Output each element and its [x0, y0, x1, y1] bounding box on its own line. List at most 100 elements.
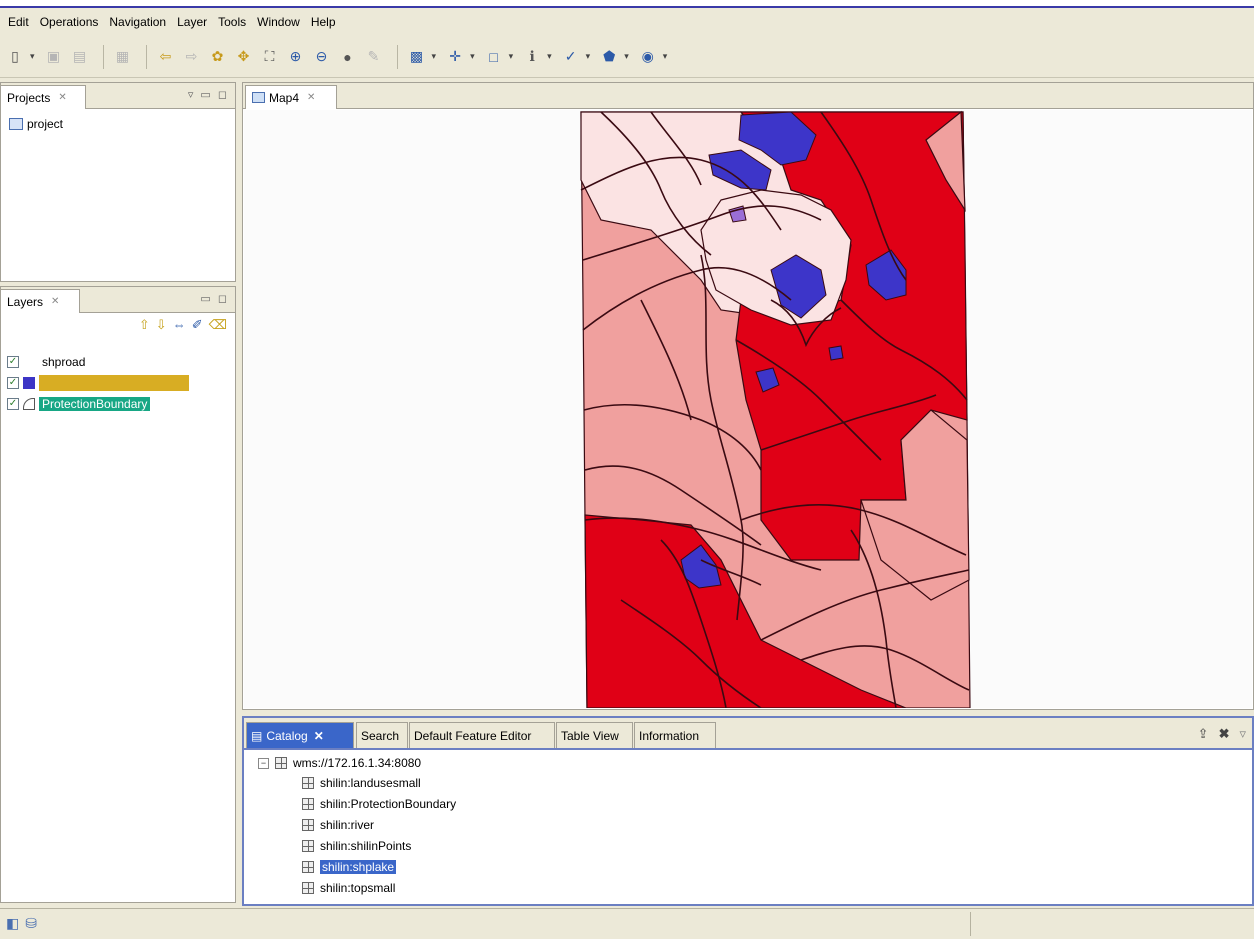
line-tool-dropdown-icon[interactable]: ▾	[586, 51, 591, 62]
layer-checkbox[interactable]: ✓	[7, 398, 19, 410]
tab-information-label: Information	[639, 728, 700, 743]
menu-edit[interactable]: Edit	[8, 15, 29, 29]
tab-default-feature-editor[interactable]: Default Feature Editor	[409, 722, 555, 748]
info-dropdown-icon[interactable]: ▾	[547, 51, 552, 62]
remove-icon[interactable]: ✖	[1219, 726, 1230, 742]
status-bar: ◧ ⛁	[0, 908, 1254, 939]
menu-navigation[interactable]: Navigation	[109, 15, 166, 29]
layer-label: shproad	[42, 355, 86, 369]
close-icon[interactable]: ✕	[307, 92, 315, 103]
move-dropdown-icon[interactable]: ▾	[470, 51, 475, 62]
forward-arrow-icon[interactable]: ⇨	[181, 46, 203, 68]
catalog-item-label: shilin:topsmall	[320, 881, 396, 895]
tab-layers[interactable]: Layers ✕	[0, 289, 80, 313]
zoom-out-icon[interactable]: ⊖	[311, 46, 333, 68]
layer-checkbox[interactable]: ✓	[7, 377, 19, 389]
info-icon[interactable]: ℹ	[521, 46, 543, 68]
catalog-item[interactable]: shilin:topsmall	[302, 879, 395, 897]
catalog-item-label: shilin:shplake	[320, 860, 397, 874]
select-box-icon[interactable]: □	[483, 46, 505, 68]
catalog-item-selected[interactable]: shilin:shplake	[302, 858, 397, 876]
close-icon[interactable]: ✕	[58, 92, 66, 103]
map-icon	[252, 92, 265, 103]
layer-tool-dropdown-icon[interactable]: ▾	[663, 51, 668, 62]
close-icon[interactable]: ✕	[51, 296, 59, 307]
layers-panel: Layers ✕ ▭ ◻ ⇧ ⇩ ⇔ ✐ ⌫ ✓ shproad ✓ ✓ Pro…	[0, 286, 236, 903]
layer-tool-icon[interactable]: ◉	[637, 46, 659, 68]
polygon-tool-dropdown-icon[interactable]: ▾	[624, 51, 629, 62]
tab-search[interactable]: Search	[356, 722, 408, 748]
remove-layer-icon[interactable]: ⌫	[209, 317, 227, 333]
pan-icon[interactable]: ✥	[233, 46, 255, 68]
tab-catalog-label: Catalog	[266, 728, 308, 743]
select-dropdown-icon[interactable]: ▾	[509, 51, 514, 62]
catalog-item[interactable]: shilin:shilinPoints	[302, 837, 411, 855]
zoom-extent-icon[interactable]: ⛶	[259, 46, 281, 68]
map-rendering[interactable]	[244, 110, 1252, 708]
menu-operations[interactable]: Operations	[40, 15, 99, 29]
boundary-symbol-icon	[23, 398, 35, 410]
save-icon[interactable]: ▣	[43, 46, 65, 68]
minimize-icon[interactable]: ▿	[1239, 726, 1246, 742]
tab-projects[interactable]: Projects ✕	[0, 85, 86, 109]
catalog-item[interactable]: shilin:ProtectionBoundary	[302, 795, 456, 813]
tab-map4[interactable]: Map4 ✕	[245, 85, 337, 109]
layer-grid-icon	[302, 819, 314, 831]
link-layers-icon[interactable]: ⇔	[173, 317, 186, 333]
menu-bar: Edit Operations Navigation Layer Tools W…	[0, 10, 1254, 34]
tab-map4-label: Map4	[269, 90, 300, 105]
catalog-panel: ▤ Catalog ✕ Search Default Feature Edito…	[242, 716, 1254, 906]
menu-tools[interactable]: Tools	[218, 15, 246, 29]
menu-help[interactable]: Help	[311, 15, 336, 29]
tab-catalog[interactable]: ▤ Catalog ✕	[246, 722, 354, 748]
stop-icon[interactable]: ●	[337, 46, 359, 68]
catalog-item-label: shilin:landusesmall	[320, 776, 421, 790]
tab-table-view[interactable]: Table View	[556, 722, 633, 748]
panel-controls[interactable]: ▿ ▭ ◻	[188, 88, 229, 101]
move-icon[interactable]: ✛	[444, 46, 466, 68]
map-canvas[interactable]	[244, 110, 1252, 708]
edit-icon[interactable]: ✎	[363, 46, 385, 68]
layer-row-shproad[interactable]: ✓ shproad	[7, 353, 88, 371]
catalog-item[interactable]: shilin:landusesmall	[302, 774, 421, 792]
panel-controls[interactable]: ▭ ◻	[200, 292, 229, 305]
collapse-icon[interactable]: −	[258, 757, 269, 769]
catalog-icon: ▤	[251, 728, 263, 743]
layer-checkbox[interactable]: ✓	[7, 356, 19, 368]
catalog-item-label: shilin:river	[320, 818, 375, 832]
back-arrow-icon[interactable]: ⇦	[155, 46, 177, 68]
layer-row-lake[interactable]: ✓	[7, 374, 189, 392]
import-icon[interactable]: ⇪	[1198, 726, 1209, 742]
export-icon[interactable]: ▩	[406, 46, 428, 68]
tab-feature-editor-label: Default Feature Editor	[414, 728, 532, 743]
save-all-icon[interactable]: ▤	[69, 46, 91, 68]
polygon-tool-icon[interactable]: ⬟	[598, 46, 620, 68]
layer-row-protectionboundary[interactable]: ✓ ProtectionBoundary	[7, 395, 151, 413]
line-tool-icon[interactable]: ✓	[560, 46, 582, 68]
database-icon[interactable]: ⛁	[25, 915, 37, 932]
new-icon[interactable]: ▯	[4, 46, 26, 68]
menu-window[interactable]: Window	[257, 15, 300, 29]
refresh-map-icon[interactable]: ✿	[207, 46, 229, 68]
move-layer-down-icon[interactable]: ⇩	[156, 317, 167, 333]
tab-search-label: Search	[361, 728, 400, 743]
layer-label-highlighted	[39, 375, 189, 391]
export-dropdown-icon[interactable]: ▾	[432, 51, 437, 62]
move-layer-up-icon[interactable]: ⇧	[139, 317, 150, 333]
close-icon[interactable]: ✕	[314, 729, 324, 743]
zoom-in-icon[interactable]: ⊕	[285, 46, 307, 68]
tab-information[interactable]: Information	[634, 722, 716, 748]
layer-grid-icon	[302, 798, 314, 810]
layer-label-selected: ProtectionBoundary	[39, 397, 151, 411]
menu-layer[interactable]: Layer	[177, 15, 207, 29]
project-tree-item[interactable]: project	[9, 117, 63, 131]
tab-layers-label: Layers	[7, 294, 44, 309]
catalog-item[interactable]: shilin:river	[302, 816, 374, 834]
style-layer-icon[interactable]: ✐	[192, 317, 203, 333]
layers-tab-header: Layers ✕ ▭ ◻	[0, 287, 235, 313]
catalog-root-node[interactable]: − wms://172.16.1.34:8080	[258, 754, 421, 772]
layer-toolbar: ⇧ ⇩ ⇔ ✐ ⌫	[139, 317, 227, 333]
new-dropdown-icon[interactable]: ▾	[30, 51, 35, 62]
print-icon[interactable]: ▦	[112, 46, 134, 68]
fast-view-icon[interactable]: ◧	[6, 915, 19, 932]
